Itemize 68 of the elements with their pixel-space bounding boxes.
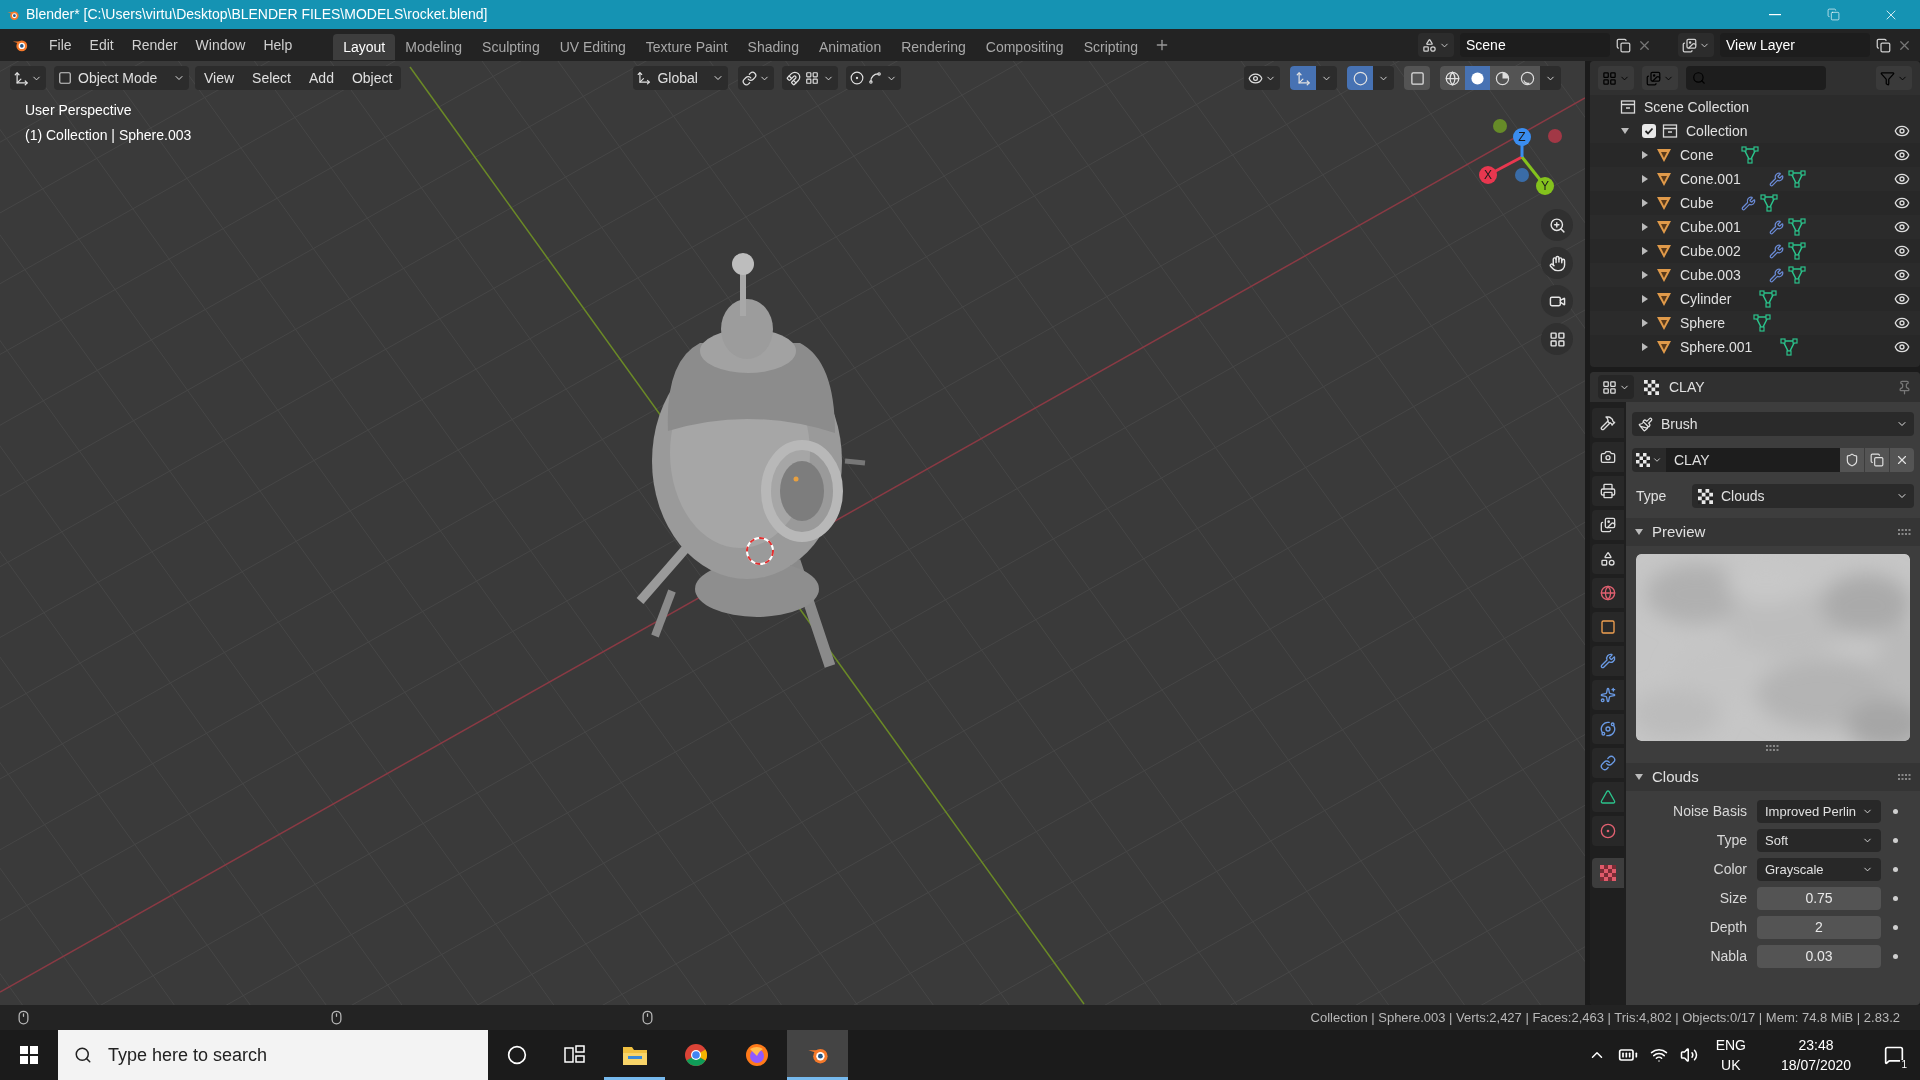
outliner-item[interactable]: Sphere.001 bbox=[1680, 336, 1753, 358]
workspace-tab[interactable]: Sculpting bbox=[472, 34, 550, 60]
language-text[interactable]: UK bbox=[1721, 1055, 1741, 1075]
field-label: Type bbox=[1715, 831, 1748, 850]
axis-label: X bbox=[1483, 169, 1493, 181]
field-label: Type bbox=[1635, 486, 1668, 506]
scene-field[interactable]: Scene bbox=[1460, 33, 1610, 57]
menu-item[interactable]: Object bbox=[342, 66, 402, 90]
menu-item[interactable]: View bbox=[195, 66, 244, 90]
brush-dropdown[interactable]: Brush bbox=[1632, 412, 1914, 436]
outliner-item[interactable]: Cone.001 bbox=[1680, 168, 1741, 190]
workspace-tab[interactable]: Rendering bbox=[891, 34, 976, 60]
workspace-tab[interactable]: Modeling bbox=[395, 34, 473, 60]
number-field[interactable]: 2 bbox=[1757, 916, 1881, 939]
number-field[interactable]: 0.03 bbox=[1757, 945, 1881, 968]
menu-item[interactable]: File bbox=[40, 33, 81, 57]
notification-count: 1 bbox=[1900, 1060, 1908, 1070]
workspace-tab[interactable]: Animation bbox=[808, 34, 892, 60]
outliner-item[interactable]: Cube.002 bbox=[1680, 240, 1741, 262]
dropdown-field[interactable]: Grayscale bbox=[1757, 858, 1881, 881]
axis-label: Z bbox=[1517, 131, 1527, 143]
outliner-item[interactable]: Cube.003 bbox=[1680, 264, 1741, 286]
dropdown-field[interactable]: Soft bbox=[1757, 829, 1881, 852]
mode-dropdown[interactable]: Object Mode bbox=[54, 66, 189, 90]
orientation-dropdown[interactable]: Global bbox=[633, 66, 729, 90]
panel-header[interactable]: Clouds bbox=[1626, 763, 1920, 791]
menu-item[interactable]: Window bbox=[186, 33, 255, 57]
axis-label: Y bbox=[1540, 180, 1550, 192]
menu-item[interactable]: Add bbox=[300, 66, 343, 90]
language-text[interactable]: ENG bbox=[1715, 1035, 1746, 1055]
panel-title: Preview bbox=[1652, 521, 1706, 542]
outliner-item[interactable]: Sphere bbox=[1680, 312, 1726, 334]
workspace-tab[interactable]: Texture Paint bbox=[635, 34, 738, 60]
number-field[interactable]: 0.75 bbox=[1757, 887, 1881, 910]
viewport-info-text: User Perspective bbox=[25, 101, 132, 120]
menu-item[interactable]: Render bbox=[122, 33, 187, 57]
view-layer-field[interactable]: View Layer bbox=[1720, 33, 1870, 57]
workspace-tab[interactable]: Layout bbox=[333, 34, 396, 60]
taskbar-search-field[interactable]: Type here to search bbox=[58, 1030, 488, 1080]
outliner-item[interactable]: Cube bbox=[1680, 192, 1714, 214]
workspace-tab[interactable]: UV Editing bbox=[549, 34, 636, 60]
outliner-item[interactable]: Cone bbox=[1680, 144, 1714, 166]
field-label: Depth bbox=[1708, 918, 1748, 937]
field-label: Color bbox=[1712, 860, 1748, 879]
workspace-tab[interactable]: Compositing bbox=[975, 34, 1074, 60]
menu-item[interactable]: Select bbox=[243, 66, 300, 90]
context-path: CLAY bbox=[1669, 377, 1705, 397]
outliner-item[interactable]: Collection bbox=[1686, 120, 1748, 142]
menu-item[interactable]: Help bbox=[254, 33, 302, 57]
clock-time[interactable]: 23:48 bbox=[1798, 1035, 1834, 1055]
status-text: Collection | Sphere.003 | Verts:2,427 | Faces:2,463 | Tris:4,802 | Objects:0/17 | Mem: 74.8 MiB | 2.83.2 bbox=[1310, 1008, 1901, 1027]
workspace-tab[interactable]: Scripting bbox=[1073, 34, 1149, 60]
outliner-item[interactable]: Cylinder bbox=[1680, 288, 1732, 310]
panel-header[interactable]: Preview bbox=[1626, 518, 1920, 546]
field-label: Noise Basis bbox=[1672, 802, 1748, 821]
window-title: Blender* [C:\Users\virtu\Desktop\BLENDER FILES\MODELS\rocket.blend] bbox=[26, 5, 488, 24]
outliner-item[interactable]: Cube.001 bbox=[1680, 216, 1741, 238]
outliner-item[interactable]: Scene Collection bbox=[1644, 96, 1750, 118]
dropdown-field[interactable]: Improved Perlin bbox=[1757, 800, 1881, 823]
clock-date[interactable]: 18/07/2020 bbox=[1780, 1055, 1852, 1075]
field-label: Nabla bbox=[1709, 947, 1748, 966]
texture-name-field[interactable]: CLAY bbox=[1666, 448, 1840, 472]
panel-title: Clouds bbox=[1652, 766, 1699, 787]
field-label: Size bbox=[1718, 889, 1748, 908]
type-dropdown[interactable]: Clouds bbox=[1692, 484, 1914, 508]
menu-item[interactable]: Edit bbox=[80, 33, 123, 57]
viewport-info-text: (1) Collection | Sphere.003 bbox=[25, 126, 192, 145]
workspace-tab[interactable]: Shading bbox=[737, 34, 809, 60]
